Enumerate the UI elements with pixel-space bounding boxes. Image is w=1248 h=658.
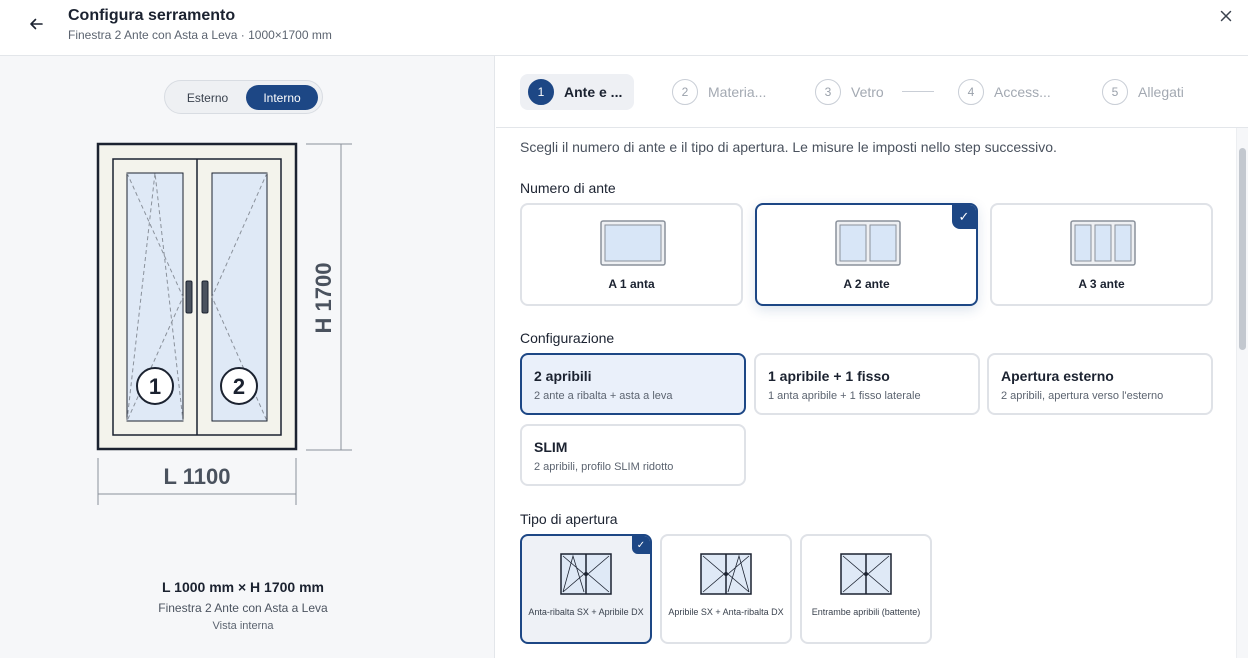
tipo-option-3-label: Entrambe apribili (battente) <box>811 607 921 617</box>
close-icon <box>1220 10 1232 22</box>
step-4-number: 4 <box>958 79 984 105</box>
step-2-label: Materia... <box>708 84 767 100</box>
window-preview: 1 2 H 1700 L 1100 <box>96 142 352 505</box>
back-button[interactable] <box>24 12 48 36</box>
header: Configura serramento Finestra 2 Ante con… <box>0 0 1248 56</box>
step-3[interactable]: 3 Vetro <box>815 74 884 110</box>
view-toggle: Esterno Interno <box>164 80 323 114</box>
check-icon: ✓ <box>952 205 976 229</box>
step-3-number: 3 <box>815 79 841 105</box>
step-5-label: Allegati <box>1138 84 1184 100</box>
tipo-option-1-label: Anta-ribalta SX + Apribile DX <box>528 607 644 617</box>
page-subtitle: Finestra 2 Ante con Asta a Leva · 1000×1… <box>68 28 332 42</box>
ante-option-3-label: A 3 ante <box>1078 277 1125 291</box>
intro-text: Scegli il numero di ante e il tipo di ap… <box>520 139 1057 155</box>
config-option-desc: 1 anta apribile + 1 fisso laterale <box>768 390 921 402</box>
handle-right <box>201 280 209 314</box>
handle-left <box>185 280 193 314</box>
toggle-internal[interactable]: Interno <box>246 85 318 110</box>
config-section-label: Configurazione <box>520 330 615 346</box>
height-label: H 1700 <box>311 263 336 334</box>
tipo-option-3[interactable]: Entrambe apribili (battente) <box>800 534 932 644</box>
config-option-apribile-fisso[interactable]: 1 apribile + 1 fisso 1 anta apribile + 1… <box>754 353 980 415</box>
step-4[interactable]: 4 Access... <box>958 74 1051 110</box>
step-3-label: Vetro <box>851 84 884 100</box>
one-sash-icon <box>600 220 666 266</box>
step-1[interactable]: 1 Ante e ... <box>520 74 635 110</box>
config-option-desc: 2 apribili, apertura verso l'esterno <box>1001 390 1164 402</box>
step-5[interactable]: 5 Allegati <box>1102 74 1184 110</box>
config-option-apertura-esterno[interactable]: Apertura esterno 2 apribili, apertura ve… <box>987 353 1213 415</box>
step-1-number: 1 <box>528 79 554 105</box>
config-option-slim[interactable]: SLIM 2 apribili, profilo SLIM ridotto <box>520 424 746 486</box>
config-option-desc: 2 ante a ribalta + asta a leva <box>534 390 673 402</box>
step-5-number: 5 <box>1102 79 1128 105</box>
step-2[interactable]: 2 Materia... <box>672 74 766 110</box>
ante-option-1[interactable]: A 1 anta <box>520 203 743 306</box>
ante-option-2-label: A 2 ante <box>843 277 890 291</box>
arrow-left-icon <box>30 18 43 30</box>
tipo-option-2-label: Apribile SX + Anta-ribalta DX <box>668 607 784 617</box>
casement-both-icon <box>840 553 892 595</box>
tilt-turn-left-icon <box>560 553 612 595</box>
tilt-turn-right-icon <box>700 553 752 595</box>
config-option-title: 2 apribili <box>534 368 592 384</box>
width-label: L 1100 <box>164 464 231 489</box>
config-option-title: Apertura esterno <box>1001 368 1114 384</box>
close-button[interactable] <box>1216 6 1236 26</box>
dimensions-text: L 1000 mm × H 1700 mm <box>161 579 324 595</box>
configurator-panel: 1 Ante e ... 2 Materia... 3 Vetro 4 Acce… <box>496 56 1248 658</box>
ante-option-2[interactable]: A 2 ante ✓ <box>755 203 978 306</box>
ante-option-1-label: A 1 anta <box>608 277 655 291</box>
config-option-title: 1 apribile + 1 fisso <box>768 368 890 384</box>
step-4-label: Access... <box>994 84 1051 100</box>
tipo-option-2[interactable]: Apribile SX + Anta-ribalta DX <box>660 534 792 644</box>
three-sash-icon <box>1070 220 1136 266</box>
stepper: 1 Ante e ... 2 Materia... 3 Vetro 4 Acce… <box>496 56 1248 128</box>
product-name: Finestra 2 Ante con Asta a Leva <box>158 601 328 615</box>
view-label: Vista interna <box>212 620 274 632</box>
step-content: Scegli il numero di ante e il tipo di ap… <box>496 128 1236 658</box>
scrollbar-thumb[interactable] <box>1239 148 1246 350</box>
preview-panel: Esterno Interno 1 2 H 1700 L 1100 L 1000… <box>0 56 495 658</box>
ante-section-label: Numero di ante <box>520 180 616 196</box>
ante-option-3[interactable]: A 3 ante <box>990 203 1213 306</box>
page-title: Configura serramento <box>68 7 236 24</box>
config-option-2-apribili[interactable]: 2 apribili 2 ante a ribalta + asta a lev… <box>520 353 746 415</box>
tipo-section-label: Tipo di apertura <box>520 511 618 527</box>
config-option-title: SLIM <box>534 439 568 455</box>
config-option-desc: 2 apribili, profilo SLIM ridotto <box>534 461 674 473</box>
sash-number-1: 1 <box>149 374 161 399</box>
two-sash-icon <box>835 220 901 266</box>
toggle-external[interactable]: Esterno <box>169 85 246 110</box>
step-1-label: Ante e ... <box>564 84 623 100</box>
check-icon: ✓ <box>632 536 650 554</box>
tipo-option-1[interactable]: Anta-ribalta SX + Apribile DX ✓ <box>520 534 652 644</box>
step-connector <box>902 91 934 92</box>
step-2-number: 2 <box>672 79 698 105</box>
sash-number-2: 2 <box>233 374 245 399</box>
